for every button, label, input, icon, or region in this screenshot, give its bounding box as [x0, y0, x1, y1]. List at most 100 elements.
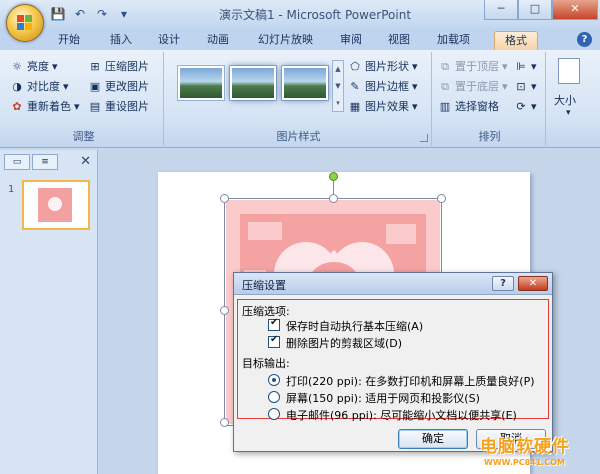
office-button[interactable] [6, 4, 44, 42]
watermark-url: WWW.PC841.COM [484, 458, 565, 467]
style-thumb-3[interactable] [282, 66, 328, 100]
align-button[interactable]: ⊫ ▾ [514, 58, 536, 76]
effects-label: 图片效果 [365, 100, 409, 113]
selection-pane-button[interactable]: ▥ 选择窗格 [438, 98, 499, 116]
tab-format[interactable]: 格式 [494, 31, 538, 50]
bring-front-label: 置于顶层 [455, 60, 499, 73]
target-output-label: 目标输出: [242, 357, 290, 370]
target-email-radio[interactable] [268, 408, 280, 420]
group-button[interactable]: ⊡ ▾ [514, 78, 536, 96]
window-title: 演示文稿1 - Microsoft PowerPoint [218, 8, 412, 22]
contrast-button[interactable]: ◑ 对比度 ▾ [10, 78, 68, 96]
watermark-text: 电脑软硬件 [480, 437, 570, 457]
compress-options-label: 压缩选项: [242, 305, 290, 318]
styles-gallery-scroll[interactable]: ▲ ▼ ▾ [332, 60, 344, 112]
contrast-label: 对比度 [27, 80, 60, 93]
recolor-icon: ✿ [12, 100, 22, 113]
undo-icon[interactable]: ↶ [72, 6, 88, 22]
ok-button[interactable]: 确定 [398, 429, 468, 449]
thumbnail-picture [38, 188, 72, 222]
target-screen-label[interactable]: 屏幕(150 ppi): 适用于网页和投影仪(S) [286, 390, 480, 406]
slides-tab-icon[interactable]: ▭ [4, 154, 30, 170]
picture-shape-button[interactable]: ⬠ 图片形状 ▾ [348, 58, 417, 76]
tab-design[interactable]: 设计 [158, 31, 180, 50]
group-arrange: ⧉ 置于顶层 ▾ ⧉ 置于底层 ▾ ▥ 选择窗格 ⊫ ▾ ⊡ ▾ ⟳ ▾ 排列 [434, 52, 546, 146]
rotate-icon: ⟳ [516, 100, 526, 113]
rotation-handle[interactable] [329, 172, 338, 181]
heart-icon [48, 197, 62, 211]
group-objects-icon: ⊡ [516, 80, 526, 93]
save-icon[interactable]: 💾 [50, 6, 66, 22]
style-thumb-1[interactable] [178, 66, 224, 100]
compress-icon: ⊞ [90, 60, 100, 73]
office-logo-icon [17, 15, 33, 31]
group-picture-styles: ▲ ▼ ▾ ⬠ 图片形状 ▾ ✎ 图片边框 ▾ ▦ 图片效果 ▾ 图片样式 [166, 52, 432, 146]
auto-compress-checkbox[interactable] [268, 317, 280, 331]
bring-to-front-button[interactable]: ⧉ 置于顶层 ▾ [438, 58, 507, 76]
shape-label: 图片形状 [365, 60, 409, 73]
tab-insert[interactable]: 插入 [110, 31, 132, 50]
dialog-help-button[interactable]: ? [492, 276, 514, 291]
resize-handle-n[interactable] [329, 194, 338, 203]
compress-pictures-button[interactable]: ⊞ 压缩图片 [88, 58, 149, 76]
sun-icon: ☼ [12, 60, 22, 73]
rotate-button[interactable]: ⟳ ▾ [514, 98, 536, 116]
customize-qat-icon[interactable]: ▾ [116, 6, 132, 22]
change-label: 更改图片 [105, 80, 149, 93]
change-picture-button[interactable]: ▣ 更改图片 [88, 78, 149, 96]
brightness-label: 亮度 [27, 60, 49, 73]
tab-view[interactable]: 视图 [388, 31, 410, 50]
maximize-button[interactable]: □ [518, 0, 552, 20]
group-adjust: ☼ 亮度 ▾ ◑ 对比度 ▾ ✿ 重新着色 ▾ ⊞ 压缩图片 ▣ 更改图片 ▤ 重设图… [4, 52, 164, 146]
selection-pane-label: 选择窗格 [455, 100, 499, 113]
close-window-button[interactable]: ✕ [552, 0, 598, 20]
group-label-adjust: 调整 [72, 130, 95, 143]
brightness-button[interactable]: ☼ 亮度 ▾ [10, 58, 57, 76]
redo-icon[interactable]: ↷ [94, 6, 110, 22]
ribbon: ☼ 亮度 ▾ ◑ 对比度 ▾ ✿ 重新着色 ▾ ⊞ 压缩图片 ▣ 更改图片 ▤ 重设图… [0, 50, 600, 148]
selection-pane-icon: ▥ [439, 100, 451, 113]
group-label-arrange: 排列 [478, 130, 501, 143]
size-dropdown-icon: ▾ [566, 108, 571, 118]
target-print-radio[interactable] [268, 374, 280, 386]
reset-picture-icon: ▤ [89, 100, 101, 113]
target-email-label[interactable]: 电子邮件(96 ppi): 尽可能缩小文档以便共享(E) [286, 407, 517, 423]
contrast-icon: ◑ [12, 80, 22, 93]
resize-handle-sw[interactable] [220, 418, 229, 427]
resize-handle-ne[interactable] [437, 194, 446, 203]
shape-icon: ⬠ [350, 60, 360, 73]
tab-home[interactable]: 开始 [58, 31, 80, 50]
compress-label: 压缩图片 [105, 60, 149, 73]
tab-animations[interactable]: 动画 [207, 31, 229, 50]
title-bar: 💾 ↶ ↷ ▾ 演示文稿1 - Microsoft PowerPoint ─ □… [0, 0, 600, 28]
resize-handle-w[interactable] [220, 306, 229, 315]
send-back-icon: ⧉ [441, 80, 449, 93]
styles-dialog-launcher-icon[interactable] [420, 134, 428, 142]
target-screen-radio[interactable] [268, 391, 280, 403]
help-icon[interactable]: ? [577, 32, 592, 47]
ribbon-tabs: 开始 插入 设计 动画 幻灯片放映 审阅 视图 加载项 格式 ? [0, 28, 600, 50]
outline-tab-icon[interactable]: ≡ [32, 154, 58, 170]
picture-border-button[interactable]: ✎ 图片边框 ▾ [348, 78, 417, 96]
target-print-label[interactable]: 打印(220 ppi): 在多数打印机和屏幕上质量良好(P) [286, 373, 535, 389]
recolor-button[interactable]: ✿ 重新着色 ▾ [10, 98, 79, 116]
reset-label: 重设图片 [105, 100, 149, 113]
tab-addins[interactable]: 加载项 [437, 31, 470, 50]
tab-review[interactable]: 审阅 [340, 31, 362, 50]
delete-crop-checkbox[interactable] [268, 334, 280, 348]
group-size[interactable]: 大小 ▾ [548, 52, 592, 146]
slide-thumbnail[interactable] [22, 180, 90, 230]
delete-crop-label[interactable]: 删除图片的剪裁区域(D) [286, 335, 402, 351]
style-thumb-2[interactable] [230, 66, 276, 100]
effects-icon: ▦ [349, 100, 361, 113]
pane-close-icon[interactable]: ✕ [80, 154, 91, 169]
minimize-button[interactable]: ─ [484, 0, 518, 20]
bring-front-icon: ⧉ [441, 60, 449, 73]
auto-compress-label[interactable]: 保存时自动执行基本压缩(A) [286, 318, 423, 334]
resize-handle-nw[interactable] [220, 194, 229, 203]
picture-effects-button[interactable]: ▦ 图片效果 ▾ [348, 98, 418, 116]
send-to-back-button[interactable]: ⧉ 置于底层 ▾ [438, 78, 507, 96]
dialog-close-button[interactable]: ✕ [518, 276, 548, 291]
tab-slideshow[interactable]: 幻灯片放映 [258, 31, 313, 50]
reset-picture-button[interactable]: ▤ 重设图片 [88, 98, 149, 116]
